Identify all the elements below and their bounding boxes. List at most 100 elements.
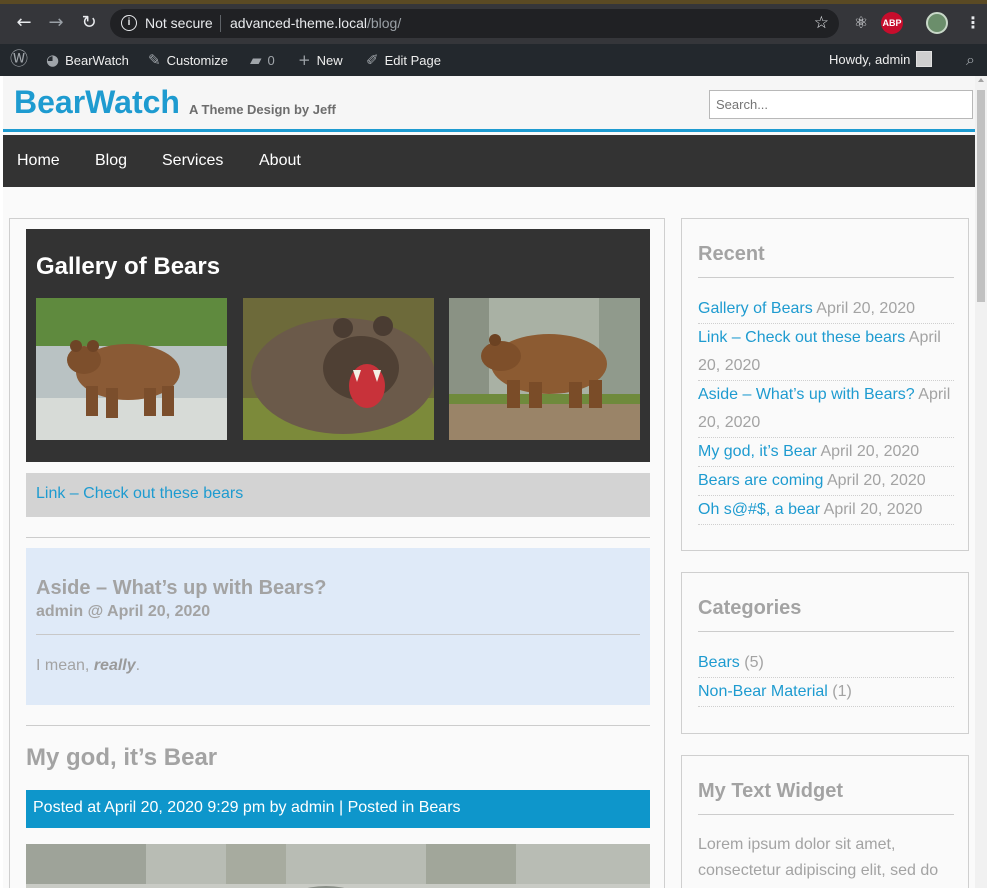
gallery-image-bear-river[interactable] bbox=[36, 298, 227, 440]
aside-post-meta: admin @ April 20, 2020 bbox=[36, 603, 211, 620]
admin-site-name[interactable]: ◕ BearWatch bbox=[46, 44, 129, 76]
wordpress-logo-icon[interactable]: Ⓦ bbox=[10, 44, 34, 76]
recent-item-date: April 20, 2020 bbox=[816, 300, 916, 317]
admin-site-name-label: BearWatch bbox=[65, 53, 129, 68]
category-link[interactable]: Non-Bear Material bbox=[698, 683, 828, 700]
post-meta-bar: Posted at April 20, 2020 9:29 pm by admi… bbox=[26, 790, 650, 828]
categories-widget-title: Categories bbox=[698, 597, 802, 619]
brush-icon: ✎ bbox=[148, 51, 161, 69]
back-arrow-icon[interactable]: ← bbox=[13, 12, 35, 34]
post-divider bbox=[26, 725, 650, 726]
post-list: Gallery of Bears Link – Check out these … bbox=[9, 218, 665, 888]
admin-edit-page-label: Edit Page bbox=[384, 53, 441, 68]
page-viewport: BearWatch A Theme Design by Jeff Home Bl… bbox=[3, 76, 975, 888]
admin-new[interactable]: + New bbox=[298, 44, 343, 76]
recent-item-date: April 20, 2020 bbox=[823, 501, 923, 518]
forward-arrow-icon[interactable]: → bbox=[45, 12, 67, 34]
address-separator bbox=[220, 15, 221, 32]
text-widget: My Text Widget Lorem ipsum dolor sit ame… bbox=[681, 755, 969, 888]
recent-posts-widget: Recent Gallery of Bears April 20, 2020 L… bbox=[681, 218, 969, 551]
recent-item-link[interactable]: My god, it’s Bear bbox=[698, 443, 817, 460]
text-widget-title: My Text Widget bbox=[698, 780, 844, 802]
post-divider bbox=[26, 537, 650, 538]
wp-admin-bar: Ⓦ ◕ BearWatch ✎ Customize ▰ 0 + New ✐ Edit Pa… bbox=[0, 44, 987, 76]
category-count: (5) bbox=[744, 654, 764, 671]
recent-item: My god, it’s Bear April 20, 2020 bbox=[698, 438, 954, 467]
address-bar[interactable]: i Not secure advanced-theme.local/blog/ … bbox=[110, 9, 839, 38]
reload-icon[interactable]: ↻ bbox=[78, 12, 100, 34]
admin-new-label: New bbox=[316, 53, 343, 68]
kebab-menu-icon[interactable]: ⋮ bbox=[962, 12, 984, 34]
nav-about[interactable]: About bbox=[259, 135, 301, 187]
post-featured-image[interactable] bbox=[26, 844, 650, 888]
nav-services[interactable]: Services bbox=[162, 135, 223, 187]
gallery-post-title[interactable]: Gallery of Bears bbox=[36, 253, 220, 281]
recent-item-link[interactable]: Aside – What’s up with Bears? bbox=[698, 386, 915, 403]
admin-edit-page[interactable]: ✐ Edit Page bbox=[366, 44, 441, 76]
url-text[interactable]: advanced-theme.local/blog/ bbox=[230, 15, 401, 31]
site-search-input[interactable] bbox=[709, 90, 973, 119]
recent-item: Oh s@#$, a bear April 20, 2020 bbox=[698, 496, 954, 525]
link-post: Link – Check out these bears bbox=[26, 473, 650, 517]
post-meta-category-link[interactable]: Bears bbox=[419, 799, 461, 816]
aside-post-title[interactable]: Aside – What’s up with Bears? bbox=[36, 577, 326, 600]
admin-account[interactable]: Howdy, admin bbox=[829, 44, 933, 76]
page-scrollbar[interactable] bbox=[975, 76, 987, 888]
widget-divider bbox=[698, 631, 954, 632]
recent-item-link[interactable]: Link – Check out these bears bbox=[698, 329, 905, 346]
react-devtools-icon[interactable]: ⚛ bbox=[850, 12, 872, 34]
site-header: BearWatch A Theme Design by Jeff bbox=[3, 76, 975, 132]
aside-divider bbox=[36, 634, 640, 635]
widget-divider bbox=[698, 814, 954, 815]
gallery-image-bear-walking[interactable] bbox=[449, 298, 640, 440]
gallery-image-bear-roaring[interactable] bbox=[243, 298, 434, 440]
plus-icon: + bbox=[298, 51, 311, 69]
site-description: A Theme Design by Jeff bbox=[189, 102, 336, 117]
widget-divider bbox=[698, 277, 954, 278]
search-icon[interactable]: ⌕ bbox=[966, 44, 975, 76]
dashboard-icon: ◕ bbox=[46, 51, 60, 69]
url-host: advanced-theme.local bbox=[230, 15, 367, 31]
standard-post-title[interactable]: My god, it’s Bear bbox=[26, 744, 217, 772]
scroll-up-arrow-icon[interactable] bbox=[978, 78, 984, 82]
user-avatar-icon bbox=[916, 51, 933, 67]
profile-avatar-icon[interactable] bbox=[926, 12, 948, 34]
recent-item: Bears are coming April 20, 2020 bbox=[698, 467, 954, 496]
recent-item-date: April 20, 2020 bbox=[820, 443, 920, 460]
category-item: Bears (5) bbox=[698, 649, 954, 678]
aside-body-suffix: . bbox=[135, 657, 141, 674]
admin-customize[interactable]: ✎ Customize bbox=[148, 44, 228, 76]
post-meta-prefix: Posted at April 20, 2020 9:29 pm by admi… bbox=[33, 799, 419, 816]
recent-item-link[interactable]: Oh s@#$, a bear bbox=[698, 501, 820, 518]
bookmark-star-icon[interactable]: ☆ bbox=[814, 13, 829, 33]
pencil-icon: ✐ bbox=[366, 51, 379, 69]
nav-home[interactable]: Home bbox=[17, 135, 60, 187]
nav-blog[interactable]: Blog bbox=[95, 135, 127, 187]
categories-widget: Categories Bears (5) Non-Bear Material (… bbox=[681, 572, 969, 734]
browser-toolbar: ← → ↻ i Not secure advanced-theme.local/… bbox=[0, 0, 987, 44]
recent-item: Gallery of Bears April 20, 2020 bbox=[698, 295, 954, 324]
aside-post-body: I mean, really. bbox=[36, 657, 140, 675]
info-icon[interactable]: i bbox=[121, 15, 137, 31]
aside-post: Aside – What’s up with Bears? admin @ Ap… bbox=[26, 548, 650, 705]
recent-item-link[interactable]: Gallery of Bears bbox=[698, 300, 813, 317]
category-count: (1) bbox=[832, 683, 852, 700]
scrollbar-thumb[interactable] bbox=[977, 90, 985, 302]
admin-customize-label: Customize bbox=[166, 53, 228, 68]
category-link[interactable]: Bears bbox=[698, 654, 740, 671]
link-post-anchor[interactable]: Link – Check out these bears bbox=[36, 485, 243, 503]
comment-icon: ▰ bbox=[250, 51, 262, 69]
adblock-icon[interactable]: ABP bbox=[881, 12, 903, 34]
recent-item-date: April 20, 2020 bbox=[826, 472, 926, 489]
recent-widget-title: Recent bbox=[698, 243, 765, 265]
security-label: Not secure bbox=[145, 15, 213, 31]
recent-item-link[interactable]: Bears are coming bbox=[698, 472, 823, 489]
window-top-strip bbox=[0, 0, 987, 4]
gallery-post: Gallery of Bears bbox=[26, 229, 650, 462]
site-title[interactable]: BearWatch bbox=[14, 84, 180, 121]
admin-comments-count: 0 bbox=[267, 53, 275, 68]
admin-comments[interactable]: ▰ 0 bbox=[250, 44, 275, 76]
post-meta-text: Posted at April 20, 2020 9:29 pm by admi… bbox=[33, 799, 461, 817]
recent-item: Link – Check out these bears April 20, 2… bbox=[698, 324, 954, 381]
admin-howdy-label: Howdy, admin bbox=[829, 52, 911, 67]
